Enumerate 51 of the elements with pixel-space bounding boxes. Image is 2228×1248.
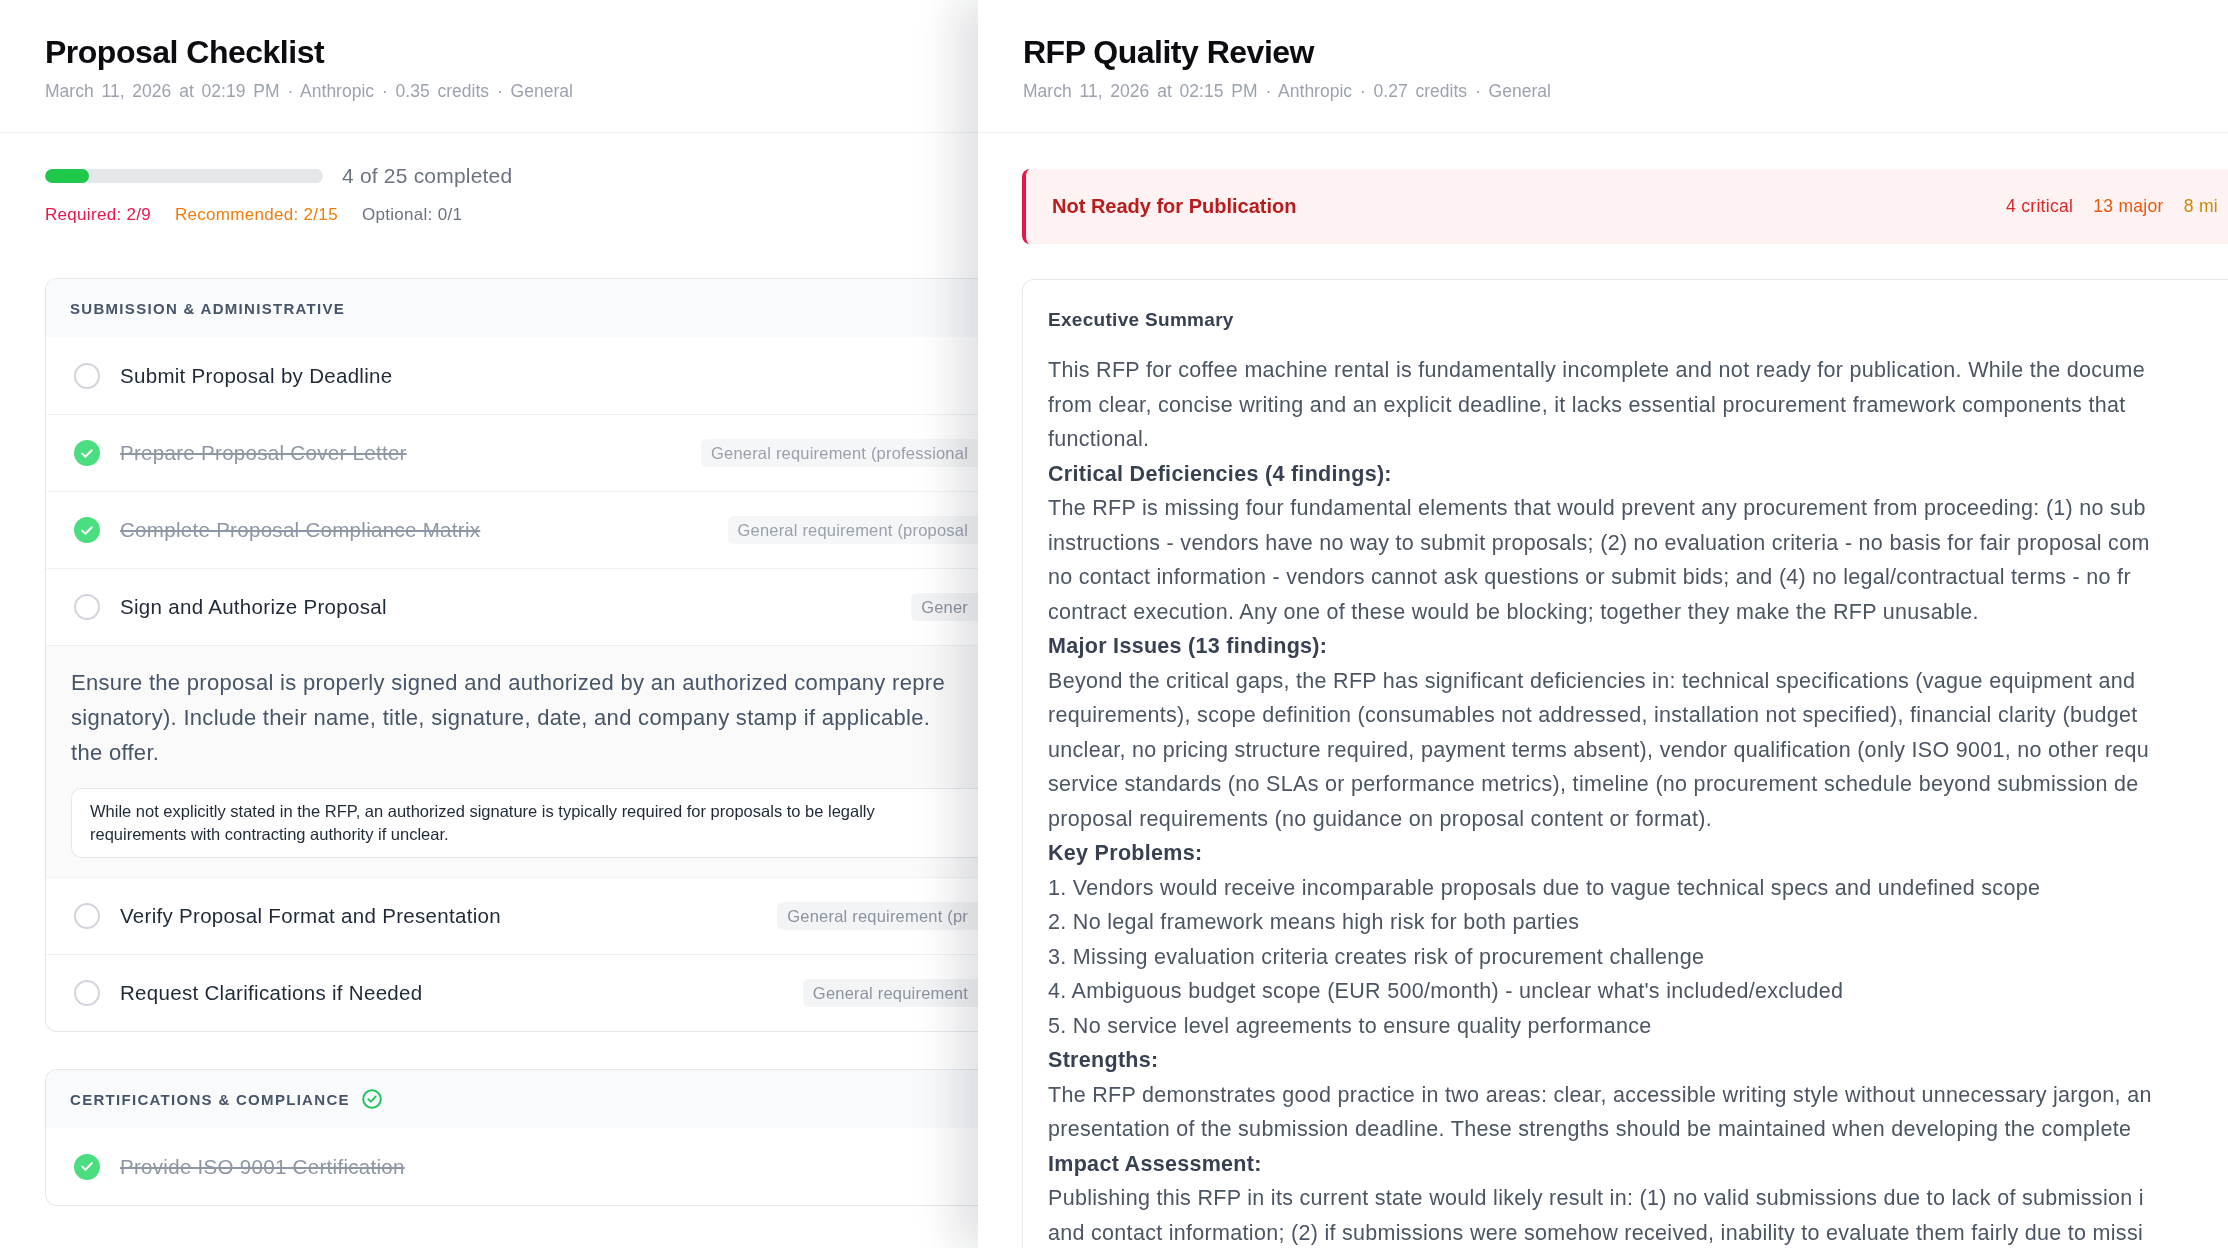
checkbox[interactable] (74, 517, 100, 543)
checkbox[interactable] (74, 362, 100, 389)
window-title: RFP Quality Review (1023, 33, 1316, 71)
item-description: Ensure the proposal is properly signed and authorized by an authorized company repre signatory). Include their name, title, signature, date, and company stamp if applicable. the offer. (71, 669, 946, 767)
checkbox[interactable] (74, 440, 100, 466)
summary-heading: Critical Deficiencies (4 findings): (1048, 460, 1393, 488)
section-title: SUBMISSION & ADMINISTRATIVE (70, 299, 346, 317)
summary-heading: Strengths: (1048, 1047, 1160, 1074)
requirement-tag: General requirement (professional (701, 439, 978, 467)
window-meta: March 11, 2026 at 02:19 PM · Anthropic · 0.35 credits · General (45, 81, 574, 101)
list-item: 3. Missing evaluation criteria creates risk of procurement challenge (1048, 943, 1706, 971)
item-note: While not explicitly stated in the RFP, an authorized signature is typically required for proposals to be legally requirements with contracting authority if unclear. (71, 788, 978, 858)
summary-paragraph: Publishing this RFP in its current state would likely result in: (1) no valid submissions due to lack of submission i and contact information; (2) if submissions were somehow received, inability to evaluate them fairly due to missi (1048, 1185, 2145, 1247)
list-item: 5. No service level agreements to ensure quality performance (1048, 1012, 1653, 1040)
summary-heading: Impact Assessment: (1048, 1150, 1263, 1178)
issue-count: 4 critical (2006, 196, 2074, 217)
issue-count: 13 major (2093, 196, 2164, 217)
requirement-tag: General requirement (802, 979, 978, 1007)
summary-heading: Major Issues (13 findings): (1048, 633, 1329, 660)
requirement-tag: General requirement (pr (777, 902, 978, 930)
window-title: Proposal Checklist (45, 33, 326, 71)
check-icon (81, 448, 93, 458)
summary-paragraph: The RFP demonstrates good practice in two areas: clear, accessible writing style without unnecessary jargon, an presentation of the submission deadline. These strengths should be maintained when developing the complete (1048, 1081, 2153, 1143)
summary-paragraph: Beyond the critical gaps, the RFP has significant deficiencies in: technical specifications (vague equipment and requirements), scope definition (consumables not addressed, installation not specified), financial clarity (budget unclear, no pricing structure required, payment terms absent), vendor qualification (only ISO 9001, no other requ service standards (no SLAs or performance metrics), timeline (no procurement schedule beyond submission de proposal requirements (no guidance on proposal content or format). (1048, 667, 2151, 833)
summary-paragraph: The RFP is missing four fundamental elements that would prevent any procurement from proceeding: (1) no sub instructions - vendors have no way to submit proposals; (2) no evaluation criteria - no basis for fair proposal com no contact information - vendors cannot ask questions or submit bids; and (4) no legal/contractual terms - no fr contract execution. Any one of these would be blocking; together they make the RFP unusable. (1048, 495, 2151, 626)
count-label: Required: 2/9 (45, 205, 151, 225)
summary-paragraph: This RFP for coffee machine rental is fundamentally incomplete and not ready for publication. While the docume from clear, concise writing and an explicit deadline, it lacks essential procurement framework components that functional. (1048, 357, 2147, 453)
item-title[interactable]: Verify Proposal Format and Presentation (120, 903, 501, 929)
list-item: 1. Vendors would receive incomparable proposals due to vague technical specs and undefined scope (1048, 874, 2042, 902)
count-label: Optional: 0/1 (361, 205, 463, 225)
check-icon (81, 525, 93, 535)
section-title: CERTIFICATIONS & COMPLIANCE (70, 1090, 350, 1108)
requirement-tag: General requirement (proposal (727, 516, 978, 544)
checkbox[interactable] (74, 980, 100, 1006)
progress-label: 4 of 25 completed (342, 164, 513, 188)
checkbox[interactable] (74, 1153, 100, 1180)
item-title[interactable]: Submit Proposal by Deadline (120, 362, 393, 389)
summary-title: Executive Summary (1048, 308, 1235, 332)
checkbox[interactable] (74, 903, 100, 929)
issue-count: 8 mi (2183, 196, 2218, 217)
checkbox[interactable] (74, 594, 100, 620)
requirement-tag: Gener (911, 593, 978, 621)
item-title[interactable]: Request Clarifications if Needed (120, 980, 423, 1006)
verdict-title: Not Ready for Publication (1052, 195, 1297, 218)
item-title[interactable]: Sign and Authorize Proposal (120, 594, 387, 620)
check-icon (81, 1162, 93, 1171)
count-label: Recommended: 2/15 (174, 205, 338, 225)
window-meta: March 11, 2026 at 02:15 PM · Anthropic · 0.27 credits · General (1023, 81, 1552, 101)
list-item: 2. No legal framework means high risk for both parties (1048, 909, 1581, 936)
list-item: 4. Ambiguous budget scope (EUR 500/month) - unclear what's included/excluded (1048, 978, 1845, 1005)
summary-heading: Key Problems: (1048, 840, 1204, 867)
